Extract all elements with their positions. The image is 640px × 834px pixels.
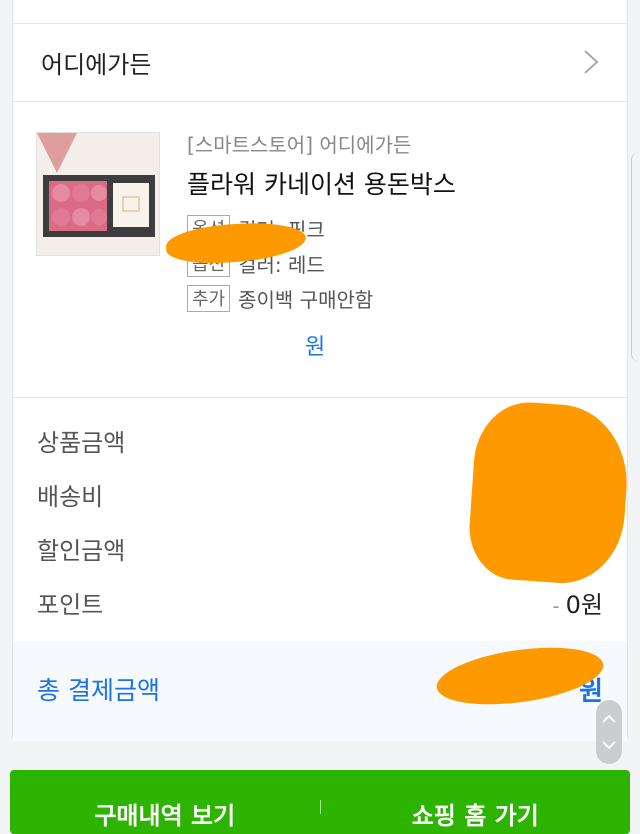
product-item[interactable]: [스마트스토어] 어디에가든 플라워 카네이션 용돈박스 옵션 컬러: 핑크 옵… [13, 101, 627, 398]
point-label: 포인트 [37, 591, 104, 619]
redaction-scribble [465, 398, 633, 588]
product-price[interactable]: 원 [187, 329, 325, 361]
product-store-tag: [스마트스토어] 어디에가든 [187, 133, 412, 157]
side-edge-handle [631, 152, 640, 362]
top-strip [13, 0, 627, 24]
option-text: 종이백 구매안함 [238, 288, 374, 312]
minus-sign: - [552, 594, 560, 618]
bottom-action-bar: 구매내역 보기 쇼핑 홈 가기 [10, 770, 630, 834]
product-amount-label: 상품금액 [37, 429, 126, 457]
shopping-home-button[interactable]: 쇼핑 홈 가기 [321, 770, 631, 834]
order-card: 어디에가든 [스마트스토어] 어디에가든 플라워 카네이션 용돈박스 핑크 옵션… [12, 0, 628, 741]
purchase-history-button[interactable]: 구매내역 보기 [10, 770, 320, 834]
product-name[interactable]: 플라워 카네이션 용돈박스 [187, 163, 607, 211]
chevron-up-down-icon [602, 714, 616, 750]
chevron-right-icon [584, 50, 599, 74]
store-name: 어디에가든 [41, 51, 152, 79]
shipping-label: 배송비 [37, 483, 104, 511]
store-row[interactable]: 어디에가든 [13, 23, 627, 102]
scroll-up-down-button[interactable] [596, 700, 622, 764]
option-row: 추가 종이백 구매안함 [187, 281, 607, 316]
point-value-wrap: -0원 [552, 585, 603, 620]
extra-badge: 추가 [187, 285, 231, 312]
discount-label: 할인금액 [37, 537, 126, 565]
point-value: 0원 [565, 591, 603, 619]
product-thumbnail[interactable] [36, 132, 160, 256]
total-label: 총 결제금액 [37, 676, 160, 705]
flower-box-image-icon [37, 133, 159, 255]
price-suffix: 원 [305, 335, 326, 360]
summary-row-point: 포인트 -0원 [13, 575, 627, 625]
